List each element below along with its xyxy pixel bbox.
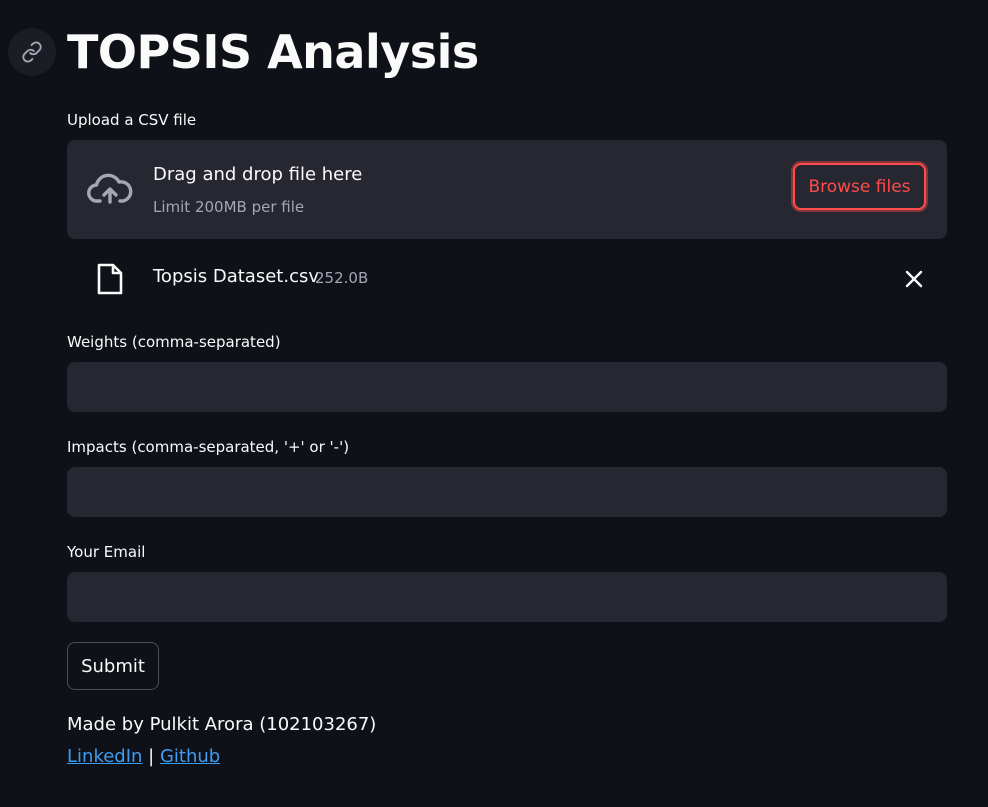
submit-button[interactable]: Submit bbox=[67, 642, 159, 690]
browse-files-button[interactable]: Browse files bbox=[793, 163, 926, 210]
linkedin-link[interactable]: LinkedIn bbox=[67, 746, 142, 767]
github-link[interactable]: Github bbox=[160, 746, 220, 767]
uploaded-file-name: Topsis Dataset.csv bbox=[153, 266, 319, 287]
impacts-label: Impacts (comma-separated, '+' or '-') bbox=[67, 438, 350, 456]
link-icon[interactable] bbox=[8, 28, 56, 76]
uploaded-file-size: 252.0B bbox=[315, 269, 369, 287]
dropzone-title: Drag and drop file here bbox=[153, 164, 363, 185]
page-title: TOPSIS Analysis bbox=[67, 25, 479, 79]
email-label: Your Email bbox=[67, 543, 146, 561]
weights-label: Weights (comma-separated) bbox=[67, 333, 281, 351]
file-dropzone[interactable]: Drag and drop file here Limit 200MB per … bbox=[67, 140, 947, 239]
impacts-input[interactable] bbox=[67, 467, 947, 517]
file-icon bbox=[97, 263, 123, 295]
author-credit: Made by Pulkit Arora (102103267) bbox=[67, 714, 377, 735]
app-page: TOPSIS Analysis Upload a CSV file Drag a… bbox=[0, 0, 988, 807]
dropzone-limit: Limit 200MB per file bbox=[153, 198, 305, 216]
footer-links: LinkedIn | Github bbox=[67, 746, 220, 767]
cloud-upload-icon bbox=[87, 173, 133, 204]
uploaded-file-row: Topsis Dataset.csv 252.0B bbox=[67, 256, 947, 300]
email-input[interactable] bbox=[67, 572, 947, 622]
upload-label: Upload a CSV file bbox=[67, 111, 197, 129]
weights-input[interactable] bbox=[67, 362, 947, 412]
link-separator: | bbox=[148, 746, 155, 767]
close-icon[interactable] bbox=[901, 266, 927, 292]
